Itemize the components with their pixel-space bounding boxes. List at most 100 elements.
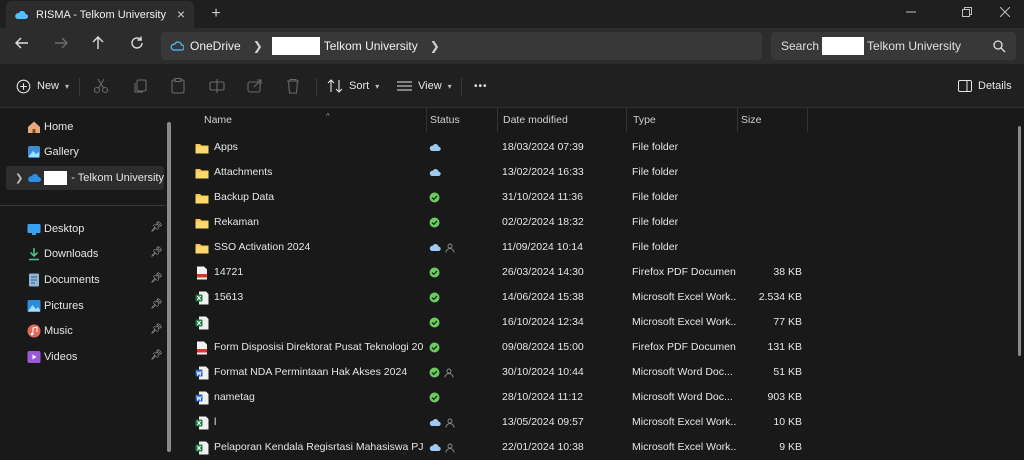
file-name-cell[interactable]: SSO Activation 2024 [195, 235, 423, 260]
file-name-cell[interactable]: l [195, 410, 423, 435]
arrow-up-icon [92, 36, 104, 49]
details-button[interactable]: Details [958, 75, 1012, 97]
file-date: 31/10/2024 11:36 [502, 191, 583, 203]
search-icon[interactable] [992, 39, 1006, 53]
music-icon [27, 324, 41, 338]
excel-file-icon [195, 416, 209, 429]
cut-icon[interactable] [92, 77, 110, 95]
sidebar-item-music[interactable]: Music 📌︎ [6, 319, 164, 343]
paste-icon[interactable] [169, 77, 187, 95]
column-header-type[interactable]: Type [627, 108, 738, 132]
sort-button[interactable]: Sort ▾ [327, 75, 379, 97]
share-icon[interactable] [246, 77, 264, 95]
up-button[interactable] [88, 36, 108, 56]
sidebar-item-gallery[interactable]: Gallery [6, 140, 164, 164]
sidebar-item-videos[interactable]: Videos 📌︎ [6, 345, 164, 369]
new-button[interactable]: New ▾ [16, 75, 69, 97]
file-row[interactable]: 14721 26/03/2024 14:30 Firefox PDF Documen… [192, 260, 992, 285]
file-date: 22/01/2024 10:38 [502, 441, 584, 453]
new-label: New [37, 80, 60, 92]
file-name-cell[interactable]: Format NDA Permintaan Hak Akses 2024 [195, 360, 423, 385]
pin-icon[interactable]: 📌︎ [150, 273, 163, 285]
file-row[interactable]: l 13/05/2024 09:57 Microsoft Excel Work...… [192, 410, 992, 435]
pin-icon[interactable]: 📌︎ [150, 324, 163, 336]
file-name-cell[interactable]: Rekaman [195, 210, 423, 235]
file-name-cell[interactable]: Pelaporan Kendala Regisrtasi Mahasiswa P… [195, 435, 423, 460]
file-name-cell[interactable]: Form Disposisi Direktorat Pusat Teknolog… [195, 335, 423, 360]
view-list-icon [397, 81, 412, 91]
pin-icon[interactable]: 📌︎ [150, 299, 163, 311]
file-row[interactable]: 15613 14/06/2024 15:38 Microsoft Excel Wor… [192, 285, 992, 310]
file-row[interactable]: Format NDA Permintaan Hak Akses 2024 30/1… [192, 360, 992, 385]
divider [0, 205, 165, 206]
file-row[interactable]: Backup Data 31/10/2024 11:36 File folder [192, 185, 992, 210]
file-name: Pelaporan Kendala Regisrtasi Mahasiswa P… [214, 441, 423, 453]
file-date: 13/02/2024 16:33 [502, 166, 584, 178]
back-button[interactable] [12, 36, 32, 56]
file-row[interactable]: Apps 18/03/2024 07:39 File folder [192, 135, 992, 160]
new-tab-button[interactable]: + [207, 5, 225, 23]
minimize-button[interactable] [896, 4, 926, 22]
file-name-cell[interactable]: nametag [195, 385, 423, 410]
forward-button[interactable] [51, 36, 71, 56]
file-row[interactable]: 16/10/2024 12:34 Microsoft Excel Work... 7… [192, 310, 992, 335]
pin-icon[interactable]: 📌︎ [150, 247, 163, 259]
restore-icon [962, 7, 972, 17]
file-name-cell[interactable]: 15613 [195, 285, 423, 310]
close-icon [999, 6, 1011, 18]
breadcrumb-onedrive[interactable]: OneDrive [190, 39, 241, 53]
file-size [742, 160, 802, 185]
chevron-down-icon: ▾ [375, 81, 380, 91]
file-row[interactable]: Rekaman 02/02/2024 18:32 File folder [192, 210, 992, 235]
column-header-date[interactable]: Date modified [497, 108, 627, 132]
word-file-icon [195, 366, 209, 379]
sidebar-item-desktop[interactable]: Desktop 📌︎ [6, 217, 164, 241]
file-name: nametag [214, 391, 255, 403]
copy-icon[interactable] [131, 77, 149, 95]
address-bar[interactable]: OneDrive ❯ Telkom University ❯ [161, 32, 762, 60]
close-tab-icon[interactable]: × [174, 7, 188, 21]
search-input[interactable]: Search Telkom University [771, 32, 1016, 60]
file-name-cell[interactable]: Backup Data [195, 185, 423, 210]
breadcrumb-folder[interactable]: Telkom University [324, 39, 418, 53]
synced-check-icon [429, 292, 440, 303]
pin-icon[interactable]: 📌︎ [150, 222, 163, 234]
file-date: 02/02/2024 18:32 [502, 216, 584, 228]
file-type: Firefox PDF Document [632, 266, 736, 278]
delete-icon[interactable] [284, 77, 302, 95]
file-size: 77 KB [773, 316, 802, 328]
sidebar-scrollbar[interactable] [167, 122, 171, 452]
refresh-button[interactable] [127, 36, 147, 56]
sidebar-item-pictures[interactable]: Pictures 📌︎ [6, 294, 164, 318]
file-name-cell[interactable]: Attachments [195, 160, 423, 185]
pin-icon[interactable]: 📌︎ [150, 350, 163, 362]
chevron-right-icon[interactable]: ❯ [15, 173, 23, 184]
view-button[interactable]: View ▾ [397, 75, 452, 97]
sidebar-item-downloads[interactable]: Downloads 📌︎ [6, 242, 164, 266]
file-row[interactable]: Attachments 13/02/2024 16:33 File folder [192, 160, 992, 185]
sidebar-item-documents[interactable]: Documents 📌︎ [6, 268, 164, 292]
column-header-name[interactable]: Name ^ [198, 108, 427, 132]
file-name-cell[interactable]: Apps [195, 135, 423, 160]
file-row[interactable]: SSO Activation 2024 11/09/2024 10:14 File … [192, 235, 992, 260]
breadcrumb-chevron-icon[interactable]: ❯ [430, 39, 440, 53]
file-name-cell[interactable]: 14721 [195, 260, 423, 285]
refresh-icon [131, 36, 143, 49]
file-name: Form Disposisi Direktorat Pusat Teknolog… [214, 341, 423, 353]
file-row[interactable]: Form Disposisi Direktorat Pusat Teknolog… [192, 335, 992, 360]
sidebar-item-home[interactable]: Home [6, 115, 164, 139]
file-date: 13/05/2024 09:57 [502, 416, 584, 428]
rename-icon[interactable] [208, 77, 226, 95]
column-header-status[interactable]: Status [424, 108, 498, 132]
breadcrumb-chevron-icon[interactable]: ❯ [253, 39, 263, 53]
file-list-scrollbar[interactable] [1018, 126, 1021, 356]
sidebar-item-onedrive-telkom[interactable]: ❯ - Telkom University [6, 166, 164, 190]
file-row[interactable]: Pelaporan Kendala Regisrtasi Mahasiswa P… [192, 435, 992, 460]
tab-risma[interactable]: RISMA - Telkom University × [6, 1, 194, 28]
close-window-button[interactable] [990, 4, 1020, 22]
column-header-size[interactable]: Size [735, 108, 808, 132]
restore-button[interactable] [952, 4, 982, 22]
more-options-button[interactable]: ••• [474, 75, 488, 97]
file-row[interactable]: nametag 28/10/2024 11:12 Microsoft Word Do… [192, 385, 992, 410]
file-name-cell[interactable] [195, 310, 423, 335]
